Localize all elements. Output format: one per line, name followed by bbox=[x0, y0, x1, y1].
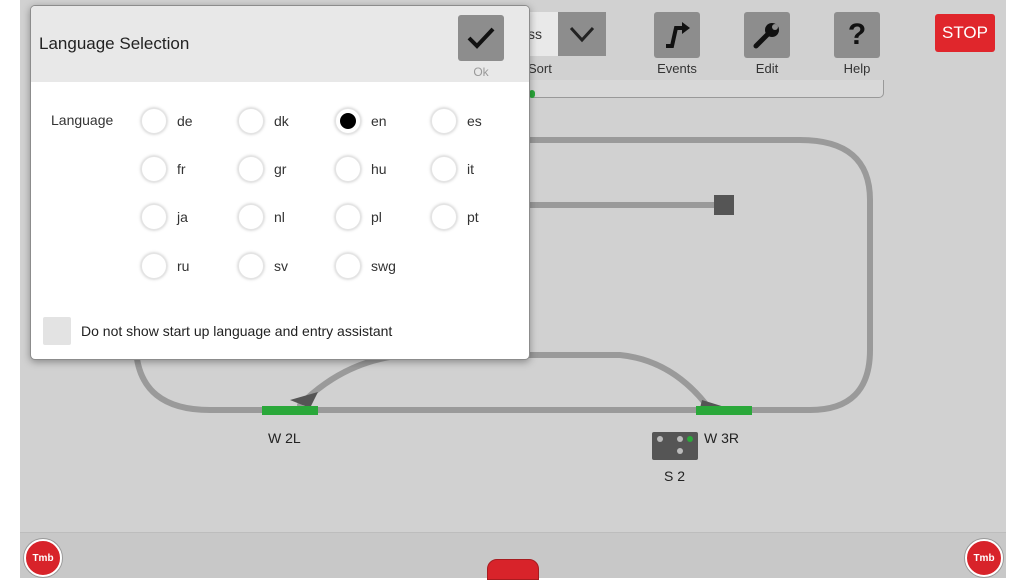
language-radio[interactable] bbox=[431, 156, 457, 182]
drawer-handle[interactable] bbox=[487, 559, 539, 580]
language-radio[interactable] bbox=[238, 204, 264, 230]
language-radio[interactable] bbox=[141, 156, 167, 182]
left-logo-text: Tmb bbox=[32, 552, 54, 564]
language-option-pl[interactable]: pl bbox=[335, 202, 382, 232]
language-option-ja[interactable]: ja bbox=[141, 202, 188, 232]
language-code: pl bbox=[371, 209, 382, 225]
language-option-es[interactable]: es bbox=[431, 106, 482, 136]
language-radio[interactable] bbox=[335, 156, 361, 182]
language-radio[interactable] bbox=[431, 204, 457, 230]
language-radio[interactable] bbox=[238, 108, 264, 134]
language-code: nl bbox=[274, 209, 285, 225]
language-option-sv[interactable]: sv bbox=[238, 251, 288, 281]
language-radio[interactable] bbox=[141, 253, 167, 279]
language-option-gr[interactable]: gr bbox=[238, 154, 286, 184]
checkmark-icon bbox=[467, 27, 495, 49]
no-show-row[interactable]: Do not show start up language and entry … bbox=[43, 317, 392, 345]
language-code: hu bbox=[371, 161, 387, 177]
language-radio[interactable] bbox=[335, 108, 361, 134]
language-option-pt[interactable]: pt bbox=[431, 202, 479, 232]
language-label: Language bbox=[51, 112, 114, 128]
language-option-hu[interactable]: hu bbox=[335, 154, 387, 184]
language-code: swg bbox=[371, 258, 396, 274]
language-selection-dialog: Language Selection Ok Language de dk en es f… bbox=[30, 5, 530, 360]
no-show-checkbox[interactable] bbox=[43, 317, 71, 345]
language-code: sv bbox=[274, 258, 288, 274]
language-radio[interactable] bbox=[141, 108, 167, 134]
language-option-swg[interactable]: swg bbox=[335, 251, 396, 281]
language-radio[interactable] bbox=[141, 204, 167, 230]
language-option-nl[interactable]: nl bbox=[238, 202, 285, 232]
ok-button[interactable] bbox=[458, 15, 504, 61]
language-option-it[interactable]: it bbox=[431, 154, 474, 184]
language-option-fr[interactable]: fr bbox=[141, 154, 186, 184]
language-radio[interactable] bbox=[431, 108, 457, 134]
radio-selected-dot bbox=[340, 113, 356, 129]
language-code: de bbox=[177, 113, 193, 129]
right-logo-text: Tmb bbox=[973, 552, 995, 564]
language-code: fr bbox=[177, 161, 186, 177]
language-radio[interactable] bbox=[238, 156, 264, 182]
language-radio[interactable] bbox=[335, 253, 361, 279]
right-logo-button[interactable]: Tmb bbox=[965, 539, 1003, 577]
language-code: pt bbox=[467, 209, 479, 225]
dialog-title: Language Selection bbox=[39, 34, 190, 53]
language-code: gr bbox=[274, 161, 287, 177]
language-code: es bbox=[467, 113, 482, 129]
language-code: it bbox=[467, 161, 474, 177]
left-logo-button[interactable]: Tmb bbox=[24, 539, 62, 577]
no-show-text: Do not show start up language and entry … bbox=[81, 323, 393, 339]
language-code: en bbox=[371, 113, 387, 129]
language-radio[interactable] bbox=[335, 204, 361, 230]
language-option-ru[interactable]: ru bbox=[141, 251, 189, 281]
ok-label: Ok bbox=[473, 65, 489, 79]
language-code: ja bbox=[177, 209, 188, 225]
language-option-en[interactable]: en bbox=[335, 106, 387, 136]
language-option-dk[interactable]: dk bbox=[238, 106, 289, 136]
language-code: ru bbox=[177, 258, 190, 274]
language-option-de[interactable]: de bbox=[141, 106, 193, 136]
language-code: dk bbox=[274, 113, 289, 129]
language-radio[interactable] bbox=[238, 253, 264, 279]
